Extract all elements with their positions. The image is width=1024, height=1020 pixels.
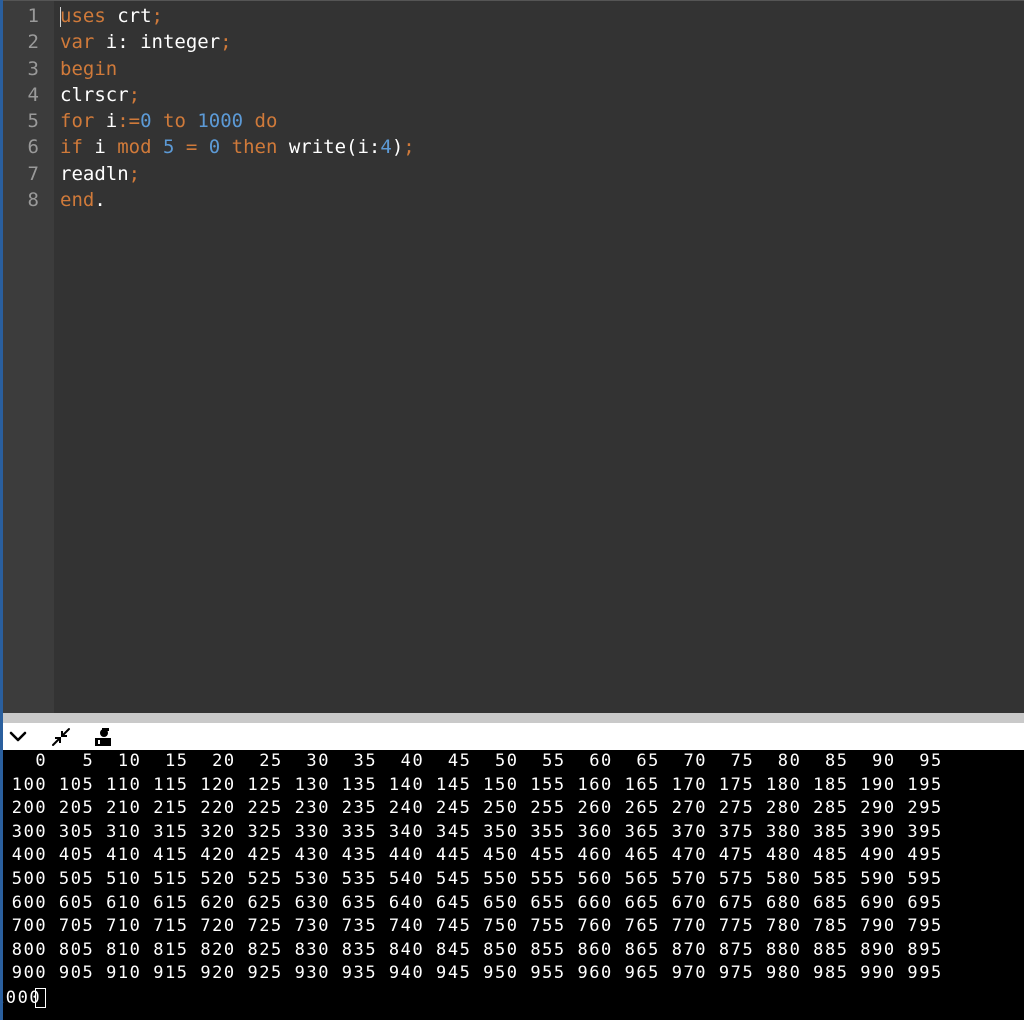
code-line[interactable]: end.: [60, 187, 1024, 213]
console-row: 700 705 710 715 720 725 730 735 740 745 …: [0, 916, 943, 937]
code-token: ;: [151, 5, 163, 27]
code-token: ;: [128, 162, 141, 185]
output-toolbar: [3, 723, 1024, 750]
code-editor[interactable]: 12345678 uses crt; var i: integer; begin cl…: [3, 0, 1024, 713]
code-token: i: [94, 110, 118, 133]
code-token: ): [391, 136, 404, 159]
code-token: .: [94, 189, 106, 212]
code-line[interactable]: clrscr;: [60, 82, 1024, 108]
code-line[interactable]: if i mod 5 = 0 then write(i:4);: [60, 134, 1024, 160]
pane-splitter[interactable]: [3, 713, 1024, 723]
code-token: crt: [105, 5, 152, 27]
console-row: 800 805 810 815 820 825 830 835 840 845 …: [0, 939, 943, 960]
console-row: 900 905 910 915 920 925 930 935 940 945 …: [0, 963, 943, 984]
code-token: 0: [140, 110, 152, 133]
code-token: 5: [151, 136, 175, 159]
console-row: 100 105 110 115 120 125 130 135 140 145 …: [0, 774, 943, 795]
console-row: 0 5 10 15 20 25 30 35 40 45 50 55 60 65 …: [0, 751, 943, 771]
code-token: readln: [60, 162, 129, 185]
code-line[interactable]: readln;: [60, 161, 1024, 187]
code-token: 1000: [185, 110, 244, 133]
code-token: write(i:: [277, 136, 381, 159]
code-token: i: [82, 136, 106, 159]
code-token: =: [174, 136, 198, 159]
line-number: 6: [27, 136, 39, 159]
line-number: 8: [27, 189, 39, 212]
code-token: var: [60, 31, 95, 54]
line-number: 4: [27, 83, 39, 106]
collapse-arrows-icon[interactable]: [49, 725, 73, 749]
code-token: for: [60, 110, 95, 133]
code-token: clrscr: [60, 83, 129, 106]
code-token: if: [60, 136, 83, 159]
console-row: 600 605 610 615 620 625 630 635 640 645 …: [0, 892, 943, 913]
console-row: 400 405 410 415 420 425 430 435 440 445 …: [0, 845, 943, 866]
line-number: 1: [27, 5, 39, 27]
line-number-gutter: 1 2 3 4 5 6 7 8: [3, 1, 54, 713]
line-number: 7: [27, 162, 39, 185]
console-row: 300 305 310 315 320 325 330 335 340 345 …: [0, 821, 943, 842]
code-area[interactable]: uses crt; var i: integer; begin clrscr; for …: [60, 3, 1024, 213]
bookmark-person-icon[interactable]: [91, 725, 115, 749]
code-token: 0: [197, 136, 221, 159]
line-number: 5: [27, 110, 39, 133]
code-line[interactable]: var i: integer;: [60, 29, 1024, 55]
console-output[interactable]: 0 5 10 15 20 25 30 35 40 45 50 55 60 65 …: [0, 750, 1024, 1020]
code-token: to: [151, 110, 186, 133]
line-number: 3: [27, 57, 39, 80]
line-number: 2: [27, 31, 39, 54]
code-token: :=: [117, 110, 141, 133]
code-token: uses: [60, 5, 106, 27]
console-last-line: 1000: [0, 986, 47, 1010]
code-line[interactable]: begin: [60, 56, 1024, 82]
code-token: ;: [403, 136, 415, 159]
console-cursor: [35, 988, 47, 1008]
code-line[interactable]: for i:=0 to 1000 do: [60, 108, 1024, 134]
code-token: then: [220, 136, 278, 159]
chevron-down-icon[interactable]: [6, 725, 30, 749]
console-row: 200 205 210 215 220 225 230 235 240 245 …: [0, 798, 943, 819]
code-token: end: [60, 189, 95, 212]
code-token: 4: [380, 136, 392, 159]
ide-window: 12345678 uses crt; var i: integer; begin cl…: [0, 0, 1024, 1020]
code-token: i: integer: [94, 31, 221, 54]
line-numbers: 1 2 3 4 5 6 7 8: [3, 3, 39, 213]
code-line[interactable]: uses crt;: [60, 3, 1024, 29]
console-rows: 0 5 10 15 20 25 30 35 40 45 50 55 60 65 …: [0, 750, 943, 986]
window-left-border: [0, 0, 3, 1020]
code-token: do: [243, 110, 278, 133]
code-token: ;: [128, 83, 141, 106]
code-token: mod: [105, 136, 152, 159]
code-token: ;: [220, 31, 232, 54]
code-token: begin: [60, 57, 118, 80]
console-row: 500 505 510 515 520 525 530 535 540 545 …: [0, 868, 943, 889]
